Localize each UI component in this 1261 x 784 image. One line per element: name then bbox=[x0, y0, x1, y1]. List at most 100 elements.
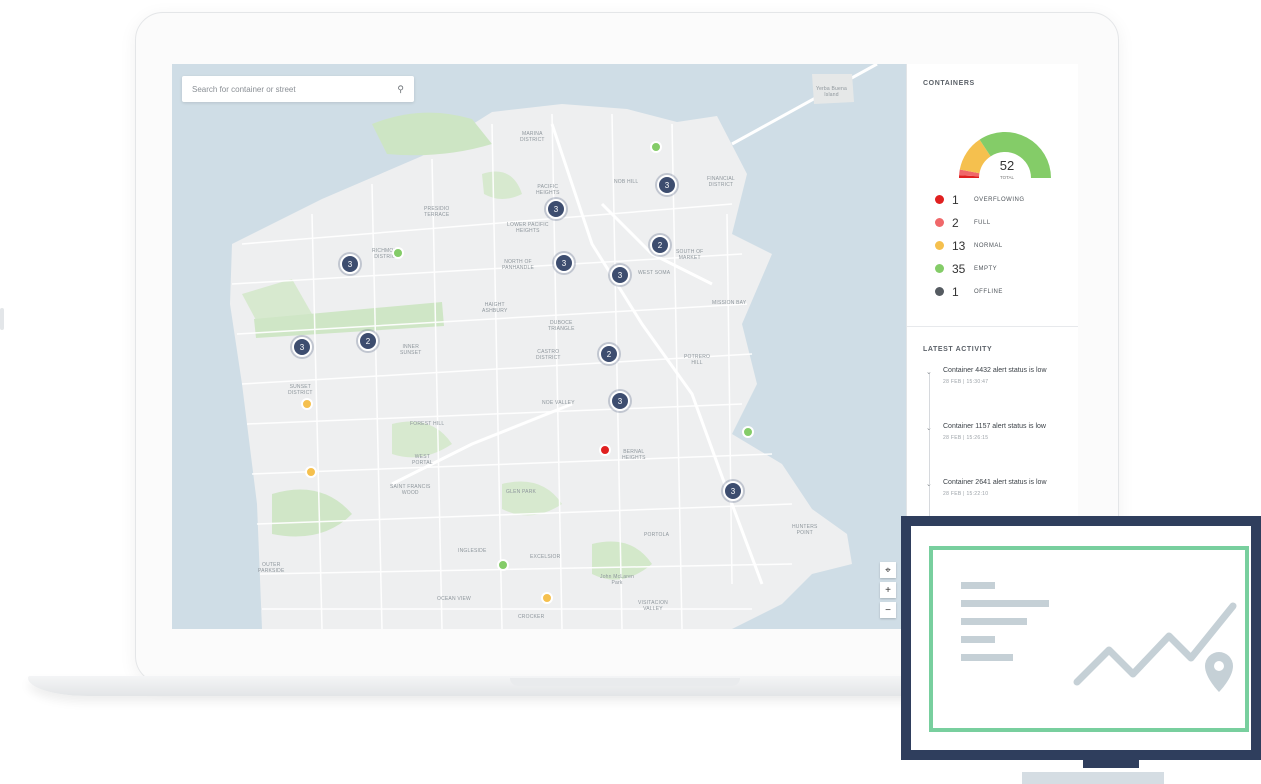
cluster-marker[interactable]: 3 bbox=[340, 254, 360, 274]
map-view[interactable]: Search for container or street ⚲ MARINA D… bbox=[172, 64, 906, 629]
legend-row-offline: 1 OFFLINE bbox=[935, 280, 1075, 303]
map-label-westsoma: WEST SOMA bbox=[638, 270, 671, 276]
map-label-oceanview: OCEAN VIEW bbox=[437, 596, 471, 602]
zoom-in-button[interactable]: + bbox=[880, 582, 896, 598]
map-label-pacific: PACIFIC HEIGHTS bbox=[536, 184, 560, 196]
activity-time: 28 FEB | 15:26:15 bbox=[943, 435, 989, 441]
legend-label: OFFLINE bbox=[974, 288, 1003, 295]
map-label-forest: FOREST HILL bbox=[410, 421, 445, 427]
map-label-portola: PORTOLA bbox=[644, 532, 670, 538]
empty-container-marker[interactable] bbox=[497, 559, 509, 571]
map-label-outer: OUTER PARKSIDE bbox=[258, 562, 285, 574]
gauge-segment bbox=[979, 132, 1051, 178]
map-label-bernal: BERNAL HEIGHTS bbox=[622, 449, 646, 461]
monitor-screen bbox=[929, 546, 1249, 732]
legend-label: OVERFLOWING bbox=[974, 196, 1025, 203]
legend-count: 1 bbox=[952, 284, 959, 299]
map-label-presidio: PRESIDIO TERRACE bbox=[424, 206, 450, 218]
activity-feed: ⌄ Container 4432 alert status is low 28 … bbox=[923, 364, 1073, 540]
monitor-foot bbox=[1022, 772, 1164, 784]
activity-text: Container 1157 alert status is low bbox=[943, 423, 1046, 430]
map-label-mission: MISSION BAY bbox=[712, 300, 747, 306]
legend-row-full: 2 FULL bbox=[935, 211, 1075, 234]
containers-gauge: 52 TOTAL bbox=[959, 132, 1051, 180]
divider bbox=[907, 326, 1078, 327]
activity-item[interactable]: ⌄ Container 1157 alert status is low 28 … bbox=[923, 420, 1073, 484]
legend-label: FULL bbox=[974, 219, 991, 226]
map-label-hunters: HUNTERS POINT bbox=[792, 524, 818, 536]
cluster-marker[interactable]: 2 bbox=[358, 331, 378, 351]
map-label-westportal: WEST PORTAL bbox=[412, 454, 433, 466]
status-legend: 1 OVERFLOWING 2 FULL 13 NORMAL 35 EMPTY … bbox=[935, 188, 1075, 303]
edge-mark bbox=[0, 308, 4, 330]
map-label-southmarket: SOUTH OF MARKET bbox=[676, 249, 704, 261]
text-line bbox=[961, 618, 1027, 625]
normal-container-marker[interactable] bbox=[541, 592, 553, 604]
legend-count: 35 bbox=[952, 261, 966, 276]
legend-label: NORMAL bbox=[974, 242, 1003, 249]
status-dot bbox=[935, 264, 944, 273]
map-label-ingleside: INGLESIDE bbox=[458, 548, 487, 554]
laptop-notch bbox=[510, 678, 740, 686]
activity-text: Container 4432 alert status is low bbox=[943, 367, 1047, 374]
gauge-total-label: TOTAL bbox=[1000, 175, 1015, 180]
activity-title: LATEST ACTIVITY bbox=[923, 346, 993, 353]
map-label-marina: MARINA DISTRICT bbox=[520, 131, 545, 143]
empty-container-marker[interactable] bbox=[742, 426, 754, 438]
text-line bbox=[961, 582, 995, 589]
search-icon[interactable]: ⚲ bbox=[397, 84, 404, 95]
activity-item[interactable]: ⌄ Container 4432 alert status is low 28 … bbox=[923, 364, 1073, 428]
overflowing-container-marker[interactable] bbox=[599, 444, 611, 456]
normal-container-marker[interactable] bbox=[301, 398, 313, 410]
panel-title: CONTAINERS bbox=[923, 80, 975, 87]
map-label-excelsior: EXCELSIOR bbox=[530, 554, 561, 560]
cluster-marker[interactable]: 3 bbox=[610, 265, 630, 285]
cluster-marker[interactable]: 3 bbox=[723, 481, 743, 501]
map-label-duboce: DUBOCE TRIANGLE bbox=[548, 320, 575, 332]
text-line bbox=[961, 654, 1013, 661]
map-label-visitacion: VISITACION VALLEY bbox=[638, 600, 668, 612]
monitor-illustration bbox=[901, 516, 1261, 760]
empty-container-marker[interactable] bbox=[392, 247, 404, 259]
map-label-glenpark: GLEN PARK bbox=[506, 489, 537, 495]
cluster-marker[interactable]: 3 bbox=[657, 175, 677, 195]
legend-row-normal: 13 NORMAL bbox=[935, 234, 1075, 257]
map-background bbox=[172, 64, 906, 629]
status-dot bbox=[935, 287, 944, 296]
map-label-lowerpac: LOWER PACIFIC HEIGHTS bbox=[507, 222, 549, 234]
cluster-marker[interactable]: 3 bbox=[546, 199, 566, 219]
map-label-castro: CASTRO DISTRICT bbox=[536, 349, 561, 361]
map-label-stfrancis: SAINT FRANCIS WOOD bbox=[390, 484, 431, 496]
zoom-out-button[interactable]: − bbox=[880, 602, 896, 618]
status-dot bbox=[935, 241, 944, 250]
map-label-innersunset: INNER SUNSET bbox=[400, 344, 422, 356]
map-label-sunset: SUNSET DISTRICT bbox=[288, 384, 313, 396]
map-label-potrero: POTRERO HILL bbox=[684, 354, 711, 366]
map-label-nobhill: NOB HILL bbox=[614, 179, 639, 185]
locate-icon[interactable]: ⌖ bbox=[880, 562, 896, 578]
map-label-noe: NOE VALLEY bbox=[542, 400, 575, 406]
activity-time: 28 FEB | 15:30:47 bbox=[943, 379, 989, 385]
map-label-mclaren: John McLaren Park bbox=[600, 574, 635, 586]
map-label-yerba: Yerba Buena Island bbox=[816, 86, 847, 98]
empty-container-marker[interactable] bbox=[650, 141, 662, 153]
trend-line-icon bbox=[1073, 602, 1237, 692]
map-controls: ⌖ + − bbox=[880, 562, 896, 618]
activity-text: Container 2641 alert status is low bbox=[943, 479, 1047, 486]
monitor-stand bbox=[1083, 760, 1139, 768]
search-input[interactable]: Search for container or street ⚲ bbox=[182, 76, 414, 102]
cluster-marker[interactable]: 3 bbox=[554, 253, 574, 273]
cluster-marker[interactable]: 2 bbox=[650, 235, 670, 255]
search-placeholder: Search for container or street bbox=[192, 84, 296, 94]
cluster-marker[interactable]: 3 bbox=[292, 337, 312, 357]
map-label-northpan: NORTH OF PANHANDLE bbox=[502, 259, 534, 271]
legend-count: 13 bbox=[952, 238, 966, 253]
normal-container-marker[interactable] bbox=[305, 466, 317, 478]
text-line bbox=[961, 600, 1049, 607]
status-dot bbox=[935, 195, 944, 204]
legend-count: 1 bbox=[952, 192, 959, 207]
cluster-marker[interactable]: 3 bbox=[610, 391, 630, 411]
status-dot bbox=[935, 218, 944, 227]
cluster-marker[interactable]: 2 bbox=[599, 344, 619, 364]
map-label-haight: HAIGHT ASHBURY bbox=[482, 302, 508, 314]
